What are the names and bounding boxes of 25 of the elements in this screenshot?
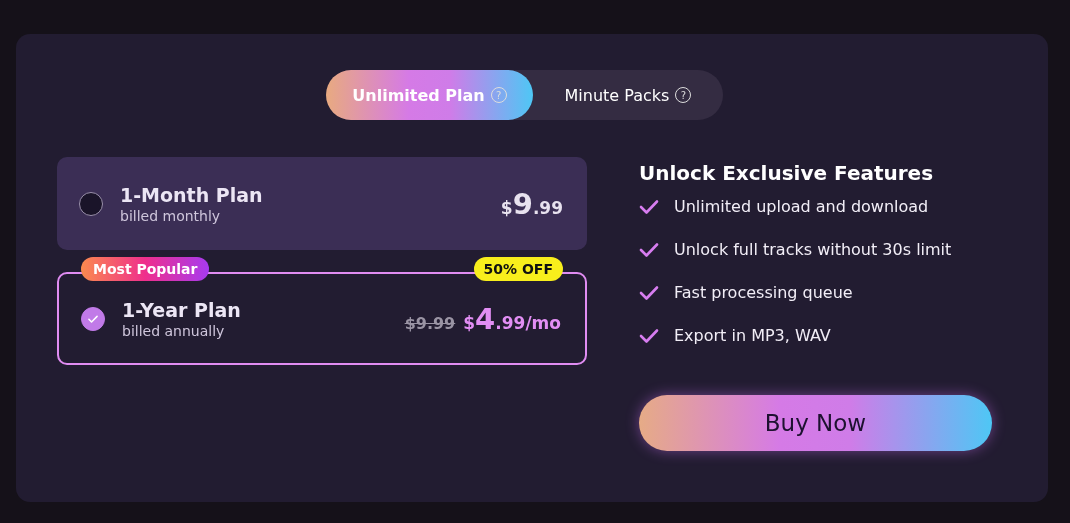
tab-label: Unlimited Plan — [352, 85, 485, 105]
tab-label: Minute Packs — [564, 85, 670, 105]
plan-name: 1-Month Plan — [120, 183, 264, 206]
feature-text: Fast processing queue — [674, 283, 853, 302]
old-price: $9.99 — [404, 313, 456, 333]
discount-badge: 50% OFF — [473, 257, 563, 281]
buy-now-button[interactable]: Buy Now — [639, 395, 992, 451]
check-icon — [639, 327, 659, 344]
check-icon — [639, 198, 659, 215]
plan-option[interactable]: 1-Month Plan billed monthly $9.99 — [57, 157, 587, 250]
billing-period: billed annually — [122, 322, 226, 339]
features-title: Unlock Exclusive Features — [639, 161, 935, 185]
price: $4.99/mo — [463, 301, 561, 336]
feature-text: Unlimited upload and download — [674, 197, 929, 216]
tab[interactable]: Minute Packs ? — [533, 70, 723, 120]
billing-period: billed monthly — [120, 207, 222, 224]
feature-text: Export in MP3, WAV — [674, 326, 831, 345]
price: $9.99 — [500, 186, 563, 221]
check-icon — [639, 284, 659, 301]
checked-radio-icon[interactable] — [81, 306, 105, 331]
feature-text: Unlock full tracks without 30s limit — [674, 240, 952, 259]
check-icon — [639, 241, 659, 258]
plan-name: 1-Year Plan — [122, 298, 242, 321]
radio-icon[interactable] — [79, 191, 103, 216]
most-popular-badge: Most Popular — [81, 257, 210, 281]
